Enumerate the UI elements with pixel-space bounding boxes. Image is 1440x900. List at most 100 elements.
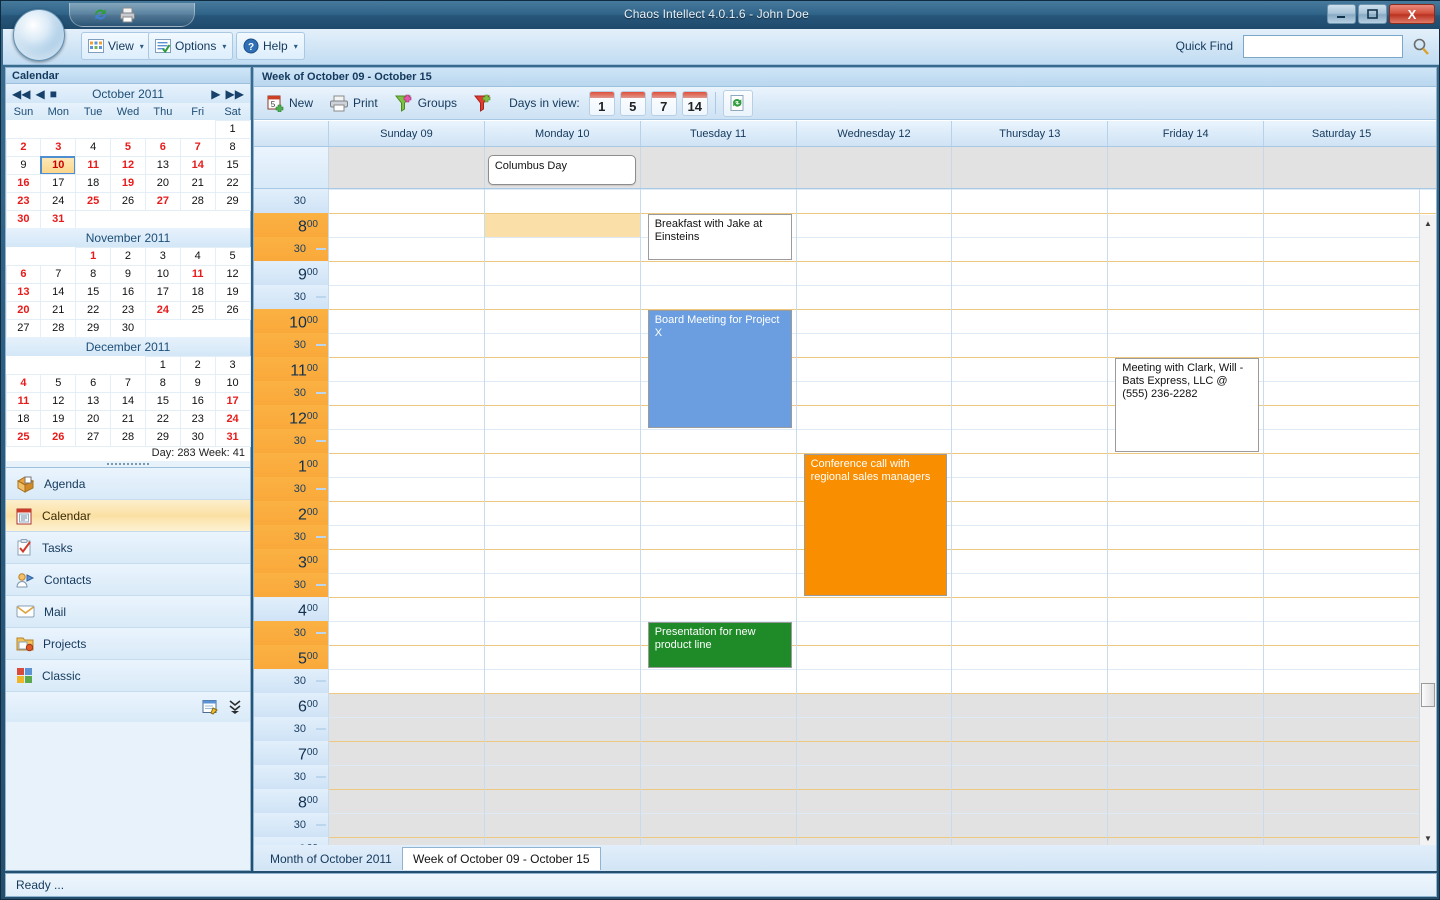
mini-calendar-day[interactable]: 2 xyxy=(6,138,42,157)
mini-calendar-day[interactable]: 9 xyxy=(180,374,216,393)
mini-calendar-day[interactable]: 15 xyxy=(75,283,111,302)
mini-calendar-day[interactable]: 20 xyxy=(145,174,181,193)
options-menu-button[interactable]: Options ▾ xyxy=(148,32,233,60)
mini-calendar-day[interactable]: 9 xyxy=(110,265,146,284)
sidebar-item-calendar[interactable]: Calendar xyxy=(6,500,250,532)
mini-calendar-day[interactable]: 21 xyxy=(40,301,76,320)
mini-calendar-day[interactable]: 11 xyxy=(6,392,42,411)
mini-calendar-day[interactable]: 14 xyxy=(110,392,146,411)
mini-calendar-day[interactable]: 3 xyxy=(40,138,76,157)
mini-calendar-day[interactable]: 31 xyxy=(40,210,76,229)
mini-calendar-day[interactable]: 29 xyxy=(75,319,111,338)
day-column-header[interactable]: Wednesday 12 xyxy=(796,121,952,146)
all-day-row[interactable]: Columbus Day xyxy=(254,147,1436,189)
sidebar-item-classic[interactable]: Classic xyxy=(6,660,250,692)
mini-calendar-day[interactable]: 13 xyxy=(145,156,181,175)
all-day-cell[interactable] xyxy=(640,147,796,188)
day-column-header[interactable]: Friday 14 xyxy=(1107,121,1263,146)
mini-calendar-day[interactable]: 2 xyxy=(180,356,216,375)
mini-calendar-day[interactable]: 18 xyxy=(6,410,42,429)
mini-calendar-day[interactable]: 26 xyxy=(40,428,76,447)
mini-calendar-day[interactable]: 20 xyxy=(6,301,42,320)
mini-calendar-day[interactable]: 15 xyxy=(145,392,181,411)
mini-calendar-day[interactable]: 5 xyxy=(215,247,251,266)
day-column-header[interactable]: Saturday 15 xyxy=(1263,121,1419,146)
mini-calendar-day[interactable]: 16 xyxy=(6,174,42,193)
mini-calendar-day[interactable]: 12 xyxy=(40,392,76,411)
mini-calendar-day[interactable]: 26 xyxy=(110,192,146,211)
mini-calendar-day[interactable]: 26 xyxy=(215,301,251,320)
sidebar-item-projects[interactable]: Projects xyxy=(6,628,250,660)
mini-calendar-day[interactable]: 23 xyxy=(180,410,216,429)
mini-calendar-day[interactable]: 28 xyxy=(40,319,76,338)
mini-calendar-day[interactable]: 11 xyxy=(75,156,111,175)
mini-calendar-day[interactable]: 30 xyxy=(110,319,146,338)
days-in-view-5-button[interactable]: 5 xyxy=(620,91,646,116)
filter-button[interactable] xyxy=(466,90,500,117)
sidebar-item-contacts[interactable]: Contacts xyxy=(6,564,250,596)
mini-calendar-day[interactable]: 12 xyxy=(110,156,146,175)
mini-calendar-day[interactable]: 10 xyxy=(215,374,251,393)
mini-calendar-day[interactable]: 14 xyxy=(180,156,216,175)
quick-find-input[interactable] xyxy=(1243,35,1403,58)
mini-calendar-day[interactable]: 1 xyxy=(215,120,251,139)
day-column-header[interactable]: Thursday 13 xyxy=(951,121,1107,146)
mini-calendar-day[interactable]: 24 xyxy=(215,410,251,429)
mini-calendar-day[interactable]: 16 xyxy=(110,283,146,302)
mini-calendar-day[interactable]: 19 xyxy=(40,410,76,429)
print-button[interactable]: Print xyxy=(322,90,385,117)
mini-calendar-day[interactable]: 2 xyxy=(110,247,146,266)
nav-last-icon[interactable]: ▶▶ xyxy=(226,87,244,101)
maximize-button[interactable] xyxy=(1358,4,1387,24)
mini-calendar-day[interactable]: 27 xyxy=(6,319,42,338)
mini-calendar-day[interactable]: 22 xyxy=(215,174,251,193)
nav-today-icon[interactable]: ■ xyxy=(50,87,57,101)
groups-button[interactable]: Groups xyxy=(387,90,464,117)
mini-calendar-day[interactable]: 10 xyxy=(40,156,76,175)
days-in-view-1-button[interactable]: 1 xyxy=(589,91,615,116)
mini-calendar-day[interactable]: 7 xyxy=(180,138,216,157)
print-icon[interactable] xyxy=(119,7,136,23)
sidebar-item-agenda[interactable]: Agenda xyxy=(6,468,250,500)
mini-calendar-day[interactable]: 18 xyxy=(75,174,111,193)
mini-calendar-day[interactable]: 7 xyxy=(110,374,146,393)
mini-calendar-day[interactable]: 15 xyxy=(215,156,251,175)
mini-calendar-day[interactable]: 24 xyxy=(40,192,76,211)
day-column-header[interactable]: Monday 10 xyxy=(484,121,640,146)
nav-first-icon[interactable]: ◀◀ xyxy=(12,87,30,101)
mini-calendar-day[interactable]: 7 xyxy=(40,265,76,284)
day-column-header[interactable]: Tuesday 11 xyxy=(640,121,796,146)
calendar-event[interactable]: Presentation for new product line xyxy=(648,622,792,668)
mini-calendar-day[interactable]: 6 xyxy=(145,138,181,157)
mini-calendar-day[interactable]: 19 xyxy=(215,283,251,302)
time-selection-band[interactable] xyxy=(485,214,640,237)
search-icon[interactable] xyxy=(1411,37,1431,57)
all-day-event[interactable]: Columbus Day xyxy=(488,155,636,185)
mini-calendar-day[interactable]: 5 xyxy=(40,374,76,393)
mini-calendar-day[interactable]: 29 xyxy=(145,428,181,447)
mini-calendar-day[interactable]: 27 xyxy=(75,428,111,447)
mini-calendar-day[interactable]: 30 xyxy=(180,428,216,447)
mini-calendar-day[interactable]: 12 xyxy=(215,265,251,284)
calendar-event[interactable]: Meeting with Clark, Will - Bats Express,… xyxy=(1115,358,1259,452)
mini-calendar-day[interactable]: 9 xyxy=(6,156,42,175)
mini-calendar-day[interactable]: 19 xyxy=(110,174,146,193)
mini-calendar-day[interactable]: 1 xyxy=(75,247,111,266)
mini-calendar-day[interactable]: 30 xyxy=(6,210,42,229)
mini-calendar-day[interactable]: 29 xyxy=(215,192,251,211)
mini-calendar-day[interactable]: 6 xyxy=(6,265,42,284)
mini-calendar-day[interactable]: 8 xyxy=(145,374,181,393)
view-menu-button[interactable]: View ▾ xyxy=(81,32,151,60)
mini-calendar-day[interactable]: 4 xyxy=(75,138,111,157)
all-day-cell[interactable] xyxy=(1263,147,1419,188)
mini-calendar-day[interactable]: 4 xyxy=(6,374,42,393)
sidebar-item-tasks[interactable]: Tasks xyxy=(6,532,250,564)
mini-calendar-day[interactable]: 23 xyxy=(110,301,146,320)
new-appointment-button[interactable]: 5 New xyxy=(260,90,320,117)
refresh-button[interactable] xyxy=(723,90,753,117)
mini-calendar-day[interactable]: 25 xyxy=(75,192,111,211)
mini-calendar-day[interactable]: 18 xyxy=(180,283,216,302)
edit-note-icon[interactable] xyxy=(202,699,220,716)
mini-calendar-day[interactable]: 27 xyxy=(145,192,181,211)
mini-calendar-day[interactable]: 10 xyxy=(145,265,181,284)
